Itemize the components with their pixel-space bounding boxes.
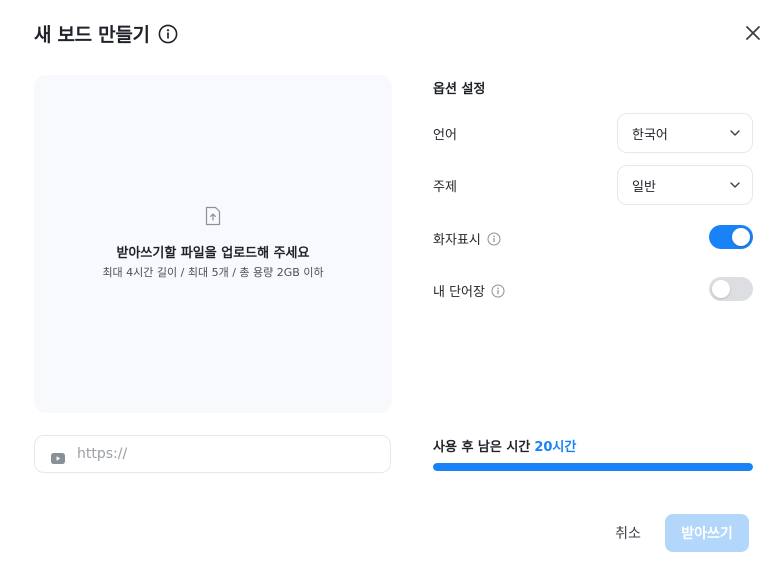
remaining-time-label: 사용 후 남은 시간 20시간 bbox=[433, 440, 577, 455]
remaining-time-value: 20시간 bbox=[534, 440, 577, 455]
language-select-value: 한국어 bbox=[632, 127, 668, 143]
toggle-knob bbox=[712, 280, 730, 298]
close-icon[interactable] bbox=[742, 22, 764, 44]
topic-select-value: 일반 bbox=[632, 179, 656, 195]
speaker-display-label: 화자표시 bbox=[433, 229, 501, 248]
language-select[interactable]: 한국어 bbox=[617, 113, 753, 153]
topic-label: 주제 bbox=[433, 180, 457, 195]
info-circle-icon[interactable] bbox=[491, 284, 505, 298]
upload-title: 받아쓰기할 파일을 업로드해 주세요 bbox=[116, 246, 310, 261]
youtube-icon bbox=[51, 449, 65, 464]
upload-limits: 최대 4시간 길이 / 최대 5개 / 총 용량 2GB 이하 bbox=[102, 266, 324, 279]
url-input[interactable] bbox=[75, 445, 359, 463]
my-vocabulary-toggle[interactable] bbox=[709, 277, 753, 301]
dialog-header: 새 보드 만들기 bbox=[34, 20, 178, 47]
info-circle-icon[interactable] bbox=[158, 24, 178, 44]
url-input-field[interactable] bbox=[34, 435, 391, 473]
transcribe-button[interactable]: 받아쓰기 bbox=[665, 514, 749, 552]
chevron-down-icon bbox=[730, 130, 740, 136]
speaker-display-toggle[interactable] bbox=[709, 225, 753, 249]
file-upload-icon bbox=[205, 206, 221, 226]
language-label: 언어 bbox=[433, 128, 457, 143]
toggle-knob bbox=[732, 228, 750, 246]
chevron-down-icon bbox=[730, 182, 740, 188]
remaining-time-progress bbox=[433, 463, 753, 471]
cancel-button[interactable]: 취소 bbox=[603, 514, 653, 552]
topic-select[interactable]: 일반 bbox=[617, 165, 753, 205]
options-heading: 옵션 설정 bbox=[433, 82, 486, 97]
info-circle-icon[interactable] bbox=[487, 232, 501, 246]
create-board-dialog: 새 보드 만들기 받아쓰기할 파일을 업로드해 주세요 최대 4시간 길이 / … bbox=[0, 0, 784, 583]
dialog-title: 새 보드 만들기 bbox=[34, 24, 150, 46]
progress-fill bbox=[433, 463, 753, 471]
my-vocabulary-label: 내 단어장 bbox=[433, 281, 505, 300]
